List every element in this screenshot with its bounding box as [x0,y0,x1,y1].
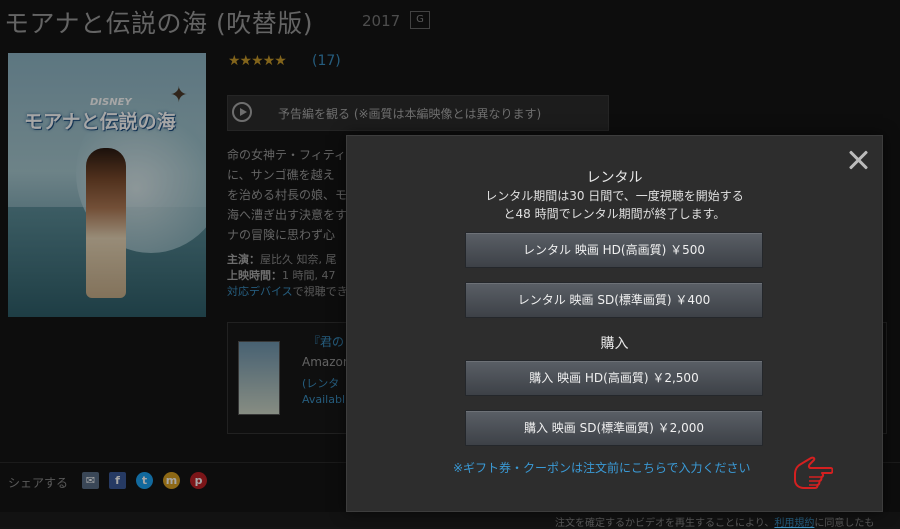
purchase-heading: 購入 [600,336,629,352]
related-provider: Amazon [302,355,351,369]
related-item-card[interactable]: 『君の Amazon (レンタ Availabl [227,322,351,434]
poster-title: モアナと伝説の海 [24,111,176,133]
terms-link[interactable]: 利用規約 [774,518,814,529]
description: 命の女神テ・フィティ に、サンゴ礁を越え を治める村長の娘、モ 海へ漕ぎ出す決意… [227,145,347,245]
mixi-icon[interactable]: m [163,472,180,489]
trailer-label: 予告編を観る (※画質は本編映像とは異なります) [278,107,542,121]
terms-text: 注文を確定するかビデオを再生することにより、 [555,518,775,529]
supported-devices-link[interactable]: 対応デバイス [227,285,293,298]
twitter-icon[interactable]: t [136,472,153,489]
cast-value: 屋比久 知奈, 尾 [260,253,337,266]
review-count-link[interactable]: (17) [312,53,341,69]
share-icons: ✉ f t m p [82,472,207,489]
movie-meta: 主演：屋比久 知奈, 尾 上映時間：1 時間, 47 対応デバイスで視聴でき [227,252,348,300]
description-line: を治める村長の娘、モ [227,188,348,202]
pinterest-icon[interactable]: p [190,472,207,489]
cast-label: 主演： [227,253,260,266]
star-rating: ★★★★★ [228,53,287,69]
release-year: 2017 [362,12,401,30]
movie-poster: ✦ DISNEY モアナと伝説の海 [8,53,206,317]
purchase-options-modal: レンタル レンタル期間は30 日間で、一度視聴を開始する と48 時間でレンタル… [346,135,883,512]
rental-description: レンタル期間は30 日間で、一度視聴を開始する と48 時間でレンタル期間が終了… [347,187,882,223]
related-thumbnail[interactable] [238,341,280,415]
buy-hd-button[interactable]: 購入 映画 HD(高画質) ￥2,500 [465,360,763,396]
rent-hd-button[interactable]: レンタル 映画 HD(高画質) ￥500 [465,232,763,268]
rating-badge: G [410,11,430,29]
related-availability[interactable]: Availabl [302,393,345,406]
watch-trailer-button[interactable]: 予告編を観る (※画質は本編映像とは異なります) [227,95,609,131]
pointing-hand-icon [794,456,833,489]
play-icon [232,102,252,122]
share-label: シェアする [8,476,69,490]
related-title-link[interactable]: 『君の [308,333,344,350]
runtime-value: 1 時間, 47 [282,269,336,282]
page-title: モアナと伝説の海 (吹替版) [4,9,313,38]
runtime-label: 上映時間： [227,269,282,282]
rental-description-line: と48 時間でレンタル期間が終了します。 [503,207,726,221]
facebook-icon[interactable]: f [109,472,126,489]
description-line: 海へ漕ぎ出す決意をす [227,208,348,222]
description-line: 命の女神テ・フィティ [227,148,347,162]
description-line: に、サンゴ礁を越え [227,168,335,182]
rent-sd-button[interactable]: レンタル 映画 SD(標準画質) ￥400 [465,282,763,318]
rental-description-line: レンタル期間は30 日間で、一度視聴を開始する [485,189,744,203]
rental-heading: レンタル [586,170,643,186]
related-type[interactable]: (レンタ [302,375,339,391]
mail-icon[interactable]: ✉ [82,472,99,489]
description-line: ナの冒険に思わず心 [227,228,336,242]
hawk-icon: ✦ [169,83,188,108]
terms-text-end: に同意したも [814,518,875,529]
gift-coupon-link[interactable]: ※ギフト券・クーポンは注文前にこちらで入力ください [453,459,750,476]
buy-sd-button[interactable]: 購入 映画 SD(標準画質) ￥2,000 [465,410,763,446]
devices-text: で視聴でき [292,285,348,298]
